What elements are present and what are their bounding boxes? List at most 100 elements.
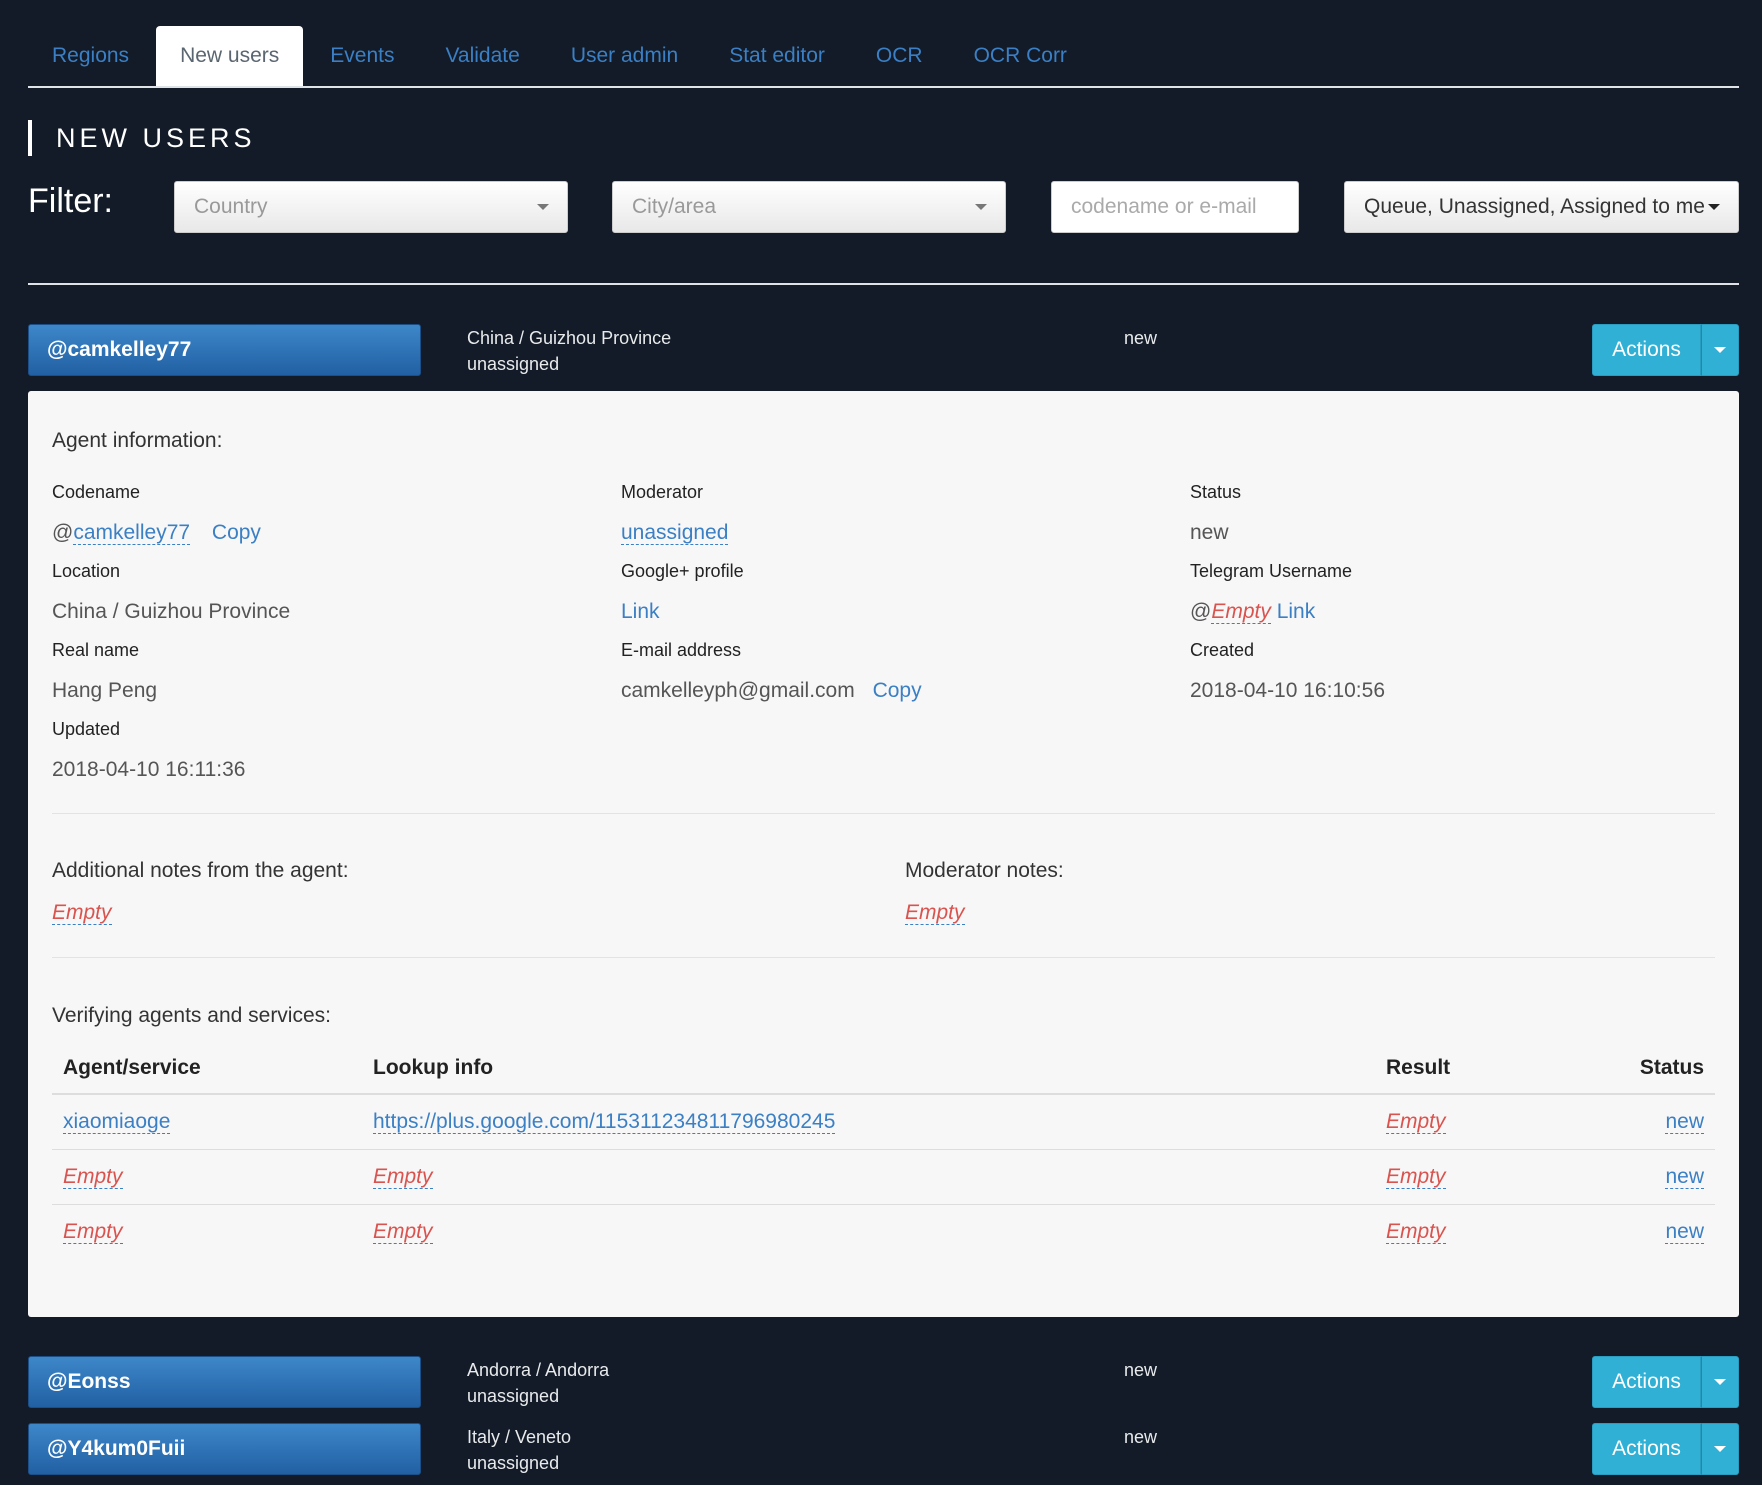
tab-validate[interactable]: Validate — [421, 26, 543, 86]
result-editable[interactable]: Empty — [1386, 1109, 1446, 1134]
city-select[interactable]: City/area — [612, 181, 1006, 233]
updated-value: 2018-04-10 16:11:36 — [52, 758, 246, 781]
result-editable[interactable]: Empty — [1386, 1219, 1446, 1244]
copy-codename-button[interactable]: Copy — [212, 521, 261, 544]
created-label: Created — [1190, 640, 1255, 660]
user-codename-button[interactable]: @Eonss — [28, 1356, 421, 1408]
agent-editable[interactable]: xiaomiaoge — [63, 1109, 171, 1134]
chevron-down-icon — [537, 204, 549, 210]
chevron-down-icon — [1708, 204, 1720, 210]
updated-label: Updated — [52, 719, 121, 739]
city-select-value: City/area — [632, 195, 717, 218]
user-row: @Eonss Andorra / Andorra unassigned new … — [28, 1356, 1739, 1408]
filter-label: Filter: — [28, 182, 113, 220]
user-codename-button[interactable]: @camkelley77 — [28, 324, 421, 376]
col-status: Status — [1595, 1042, 1715, 1095]
user-location: China / Guizhou Province unassigned — [467, 325, 671, 377]
chevron-down-icon — [1714, 347, 1726, 353]
codename-editable[interactable]: camkelley77 — [73, 521, 191, 545]
actions-dropdown: Actions — [1592, 1423, 1739, 1475]
gplus-value: Link — [621, 600, 660, 624]
status-label: Status — [1190, 482, 1242, 502]
result-editable[interactable]: Empty — [1386, 1164, 1446, 1189]
telegram-link[interactable]: Link — [1277, 600, 1316, 623]
country-select-value: Country — [194, 195, 268, 218]
moderator-notes-editable[interactable]: Empty — [905, 901, 965, 925]
agent-editable[interactable]: Empty — [63, 1164, 123, 1189]
status-editable[interactable]: new — [1665, 1219, 1704, 1244]
user-assignee: unassigned — [467, 1386, 560, 1406]
user-row: @Y4kum0Fuii Italy / Veneto unassigned ne… — [28, 1423, 1739, 1475]
agent-notes-editable[interactable]: Empty — [52, 901, 112, 925]
queue-select-value: Queue, Unassigned, Assigned to me — [1364, 195, 1705, 218]
moderator-editable[interactable]: unassigned — [621, 521, 729, 545]
user-row: @camkelley77 China / Guizhou Province un… — [28, 324, 1739, 376]
main-tabs: Regions New users Events Validate User a… — [28, 26, 1739, 88]
chevron-down-icon — [975, 204, 987, 210]
col-lookup-info: Lookup info — [362, 1042, 1375, 1095]
telegram-value: @Empty Link — [1190, 600, 1315, 624]
moderator-value: unassigned — [621, 521, 729, 545]
telegram-prefix: @ — [1190, 600, 1212, 623]
status-editable[interactable]: new — [1665, 1164, 1704, 1189]
table-row: Empty Empty Empty new — [52, 1204, 1715, 1259]
telegram-editable[interactable]: Empty — [1211, 600, 1271, 624]
gplus-link[interactable]: Link — [621, 600, 660, 623]
agent-editable[interactable]: Empty — [63, 1219, 123, 1244]
actions-toggle[interactable] — [1701, 1423, 1739, 1475]
user-location: Italy / Veneto unassigned — [467, 1424, 571, 1476]
actions-dropdown: Actions — [1592, 324, 1739, 376]
verification-table: Agent/service Lookup info Result Status … — [52, 1042, 1715, 1259]
tab-stat-editor[interactable]: Stat editor — [705, 26, 849, 86]
lookup-editable[interactable]: https://plus.google.com/1153112348117969… — [373, 1109, 836, 1134]
user-status: new — [1124, 1360, 1158, 1380]
queue-select[interactable]: Queue, Unassigned, Assigned to me — [1344, 181, 1739, 233]
tab-events[interactable]: Events — [306, 26, 418, 86]
user-location-text: Andorra / Andorra — [467, 1360, 610, 1380]
country-select[interactable]: Country — [174, 181, 568, 233]
tab-regions[interactable]: Regions — [28, 26, 153, 86]
agent-notes-value: Empty — [52, 901, 112, 925]
tab-user-admin[interactable]: User admin — [547, 26, 702, 86]
status-value: new — [1190, 521, 1229, 544]
table-row: xiaomiaoge https://plus.google.com/11531… — [52, 1094, 1715, 1150]
gplus-label: Google+ profile — [621, 561, 744, 581]
tab-new-users[interactable]: New users — [156, 26, 304, 86]
user-assignee: unassigned — [467, 1453, 560, 1473]
table-row: Empty Empty Empty new — [52, 1149, 1715, 1205]
actions-button[interactable]: Actions — [1592, 324, 1701, 376]
divider — [52, 957, 1715, 958]
realname-label: Real name — [52, 640, 140, 660]
user-detail-panel: Agent information: Codename @camkelley77… — [28, 391, 1739, 1317]
location-label: Location — [52, 561, 121, 581]
email-value: camkelleyph@gmail.com Copy — [621, 679, 922, 703]
email-text: camkelleyph@gmail.com — [621, 679, 855, 702]
created-value: 2018-04-10 16:10:56 — [1190, 679, 1385, 702]
verify-heading: Verifying agents and services: — [52, 1004, 331, 1027]
actions-toggle[interactable] — [1701, 1356, 1739, 1408]
lookup-editable[interactable]: Empty — [373, 1164, 433, 1189]
col-agent-service: Agent/service — [52, 1042, 362, 1095]
divider — [28, 283, 1739, 285]
user-status: new — [1124, 328, 1158, 348]
search-input-placeholder: codename or e-mail — [1071, 195, 1257, 218]
moderator-label: Moderator — [621, 482, 704, 502]
user-location: Andorra / Andorra unassigned — [467, 1357, 609, 1409]
copy-email-button[interactable]: Copy — [873, 679, 922, 702]
actions-button[interactable]: Actions — [1592, 1423, 1701, 1475]
lookup-editable[interactable]: Empty — [373, 1219, 433, 1244]
chevron-down-icon — [1714, 1446, 1726, 1452]
location-value: China / Guizhou Province — [52, 600, 291, 623]
actions-button[interactable]: Actions — [1592, 1356, 1701, 1408]
email-label: E-mail address — [621, 640, 742, 660]
table-header-row: Agent/service Lookup info Result Status — [52, 1042, 1715, 1095]
status-editable[interactable]: new — [1665, 1109, 1704, 1134]
actions-toggle[interactable] — [1701, 324, 1739, 376]
tab-ocr[interactable]: OCR — [852, 26, 947, 86]
tab-ocr-corr[interactable]: OCR Corr — [950, 26, 1091, 86]
user-codename-button[interactable]: @Y4kum0Fuii — [28, 1423, 421, 1475]
agent-notes-heading: Additional notes from the agent: — [52, 859, 349, 882]
user-location-text: China / Guizhou Province — [467, 328, 672, 348]
search-input[interactable]: codename or e-mail — [1051, 181, 1299, 233]
moderator-notes-value: Empty — [905, 901, 965, 925]
